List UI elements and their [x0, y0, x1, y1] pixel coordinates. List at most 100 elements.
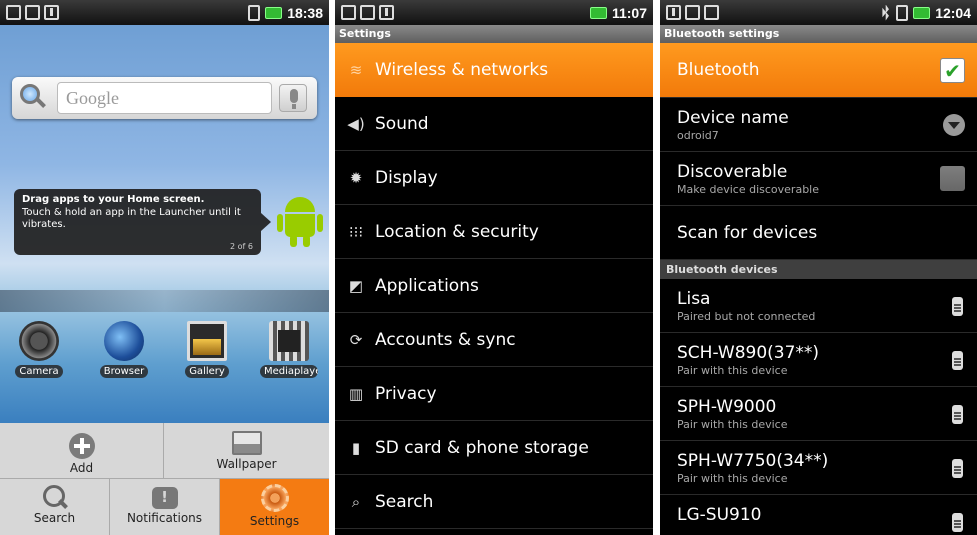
gear-icon [260, 484, 289, 512]
page-title: Bluetooth settings [660, 25, 977, 43]
notifications-icon [151, 487, 178, 509]
status-bar: 18:38 [0, 0, 329, 25]
add-label: Add [69, 461, 94, 475]
search-label: Search [33, 511, 76, 525]
settings-item-label: Accounts & sync [375, 329, 516, 350]
device-name: SCH-W890(37**) [677, 343, 820, 363]
phone-icon [952, 351, 963, 370]
android-icon [277, 197, 323, 249]
device-name-row[interactable]: Device name odroid7 [660, 98, 977, 152]
device-row[interactable]: SPH-W9000 Pair with this device [660, 387, 977, 441]
sd-icon [25, 5, 40, 20]
status-bar: 11:07 [335, 0, 653, 25]
settings-item-storage[interactable]: ▮ SD card & phone storage [335, 421, 653, 475]
upload-icon [666, 5, 681, 20]
bluetooth-list: Bluetooth ✔ Device name odroid7 Discover… [660, 43, 977, 535]
status-bar: 12:04 [660, 0, 977, 25]
bluetooth-label: Bluetooth [677, 60, 760, 80]
wifi-icon: ≋ [349, 61, 363, 79]
wallpaper-button[interactable]: Wallpaper [164, 423, 329, 479]
sdcard-icon: ▮ [351, 438, 361, 457]
battery-icon [913, 6, 931, 19]
add-button[interactable]: Add [0, 423, 164, 479]
app-label: Browser [99, 365, 149, 378]
settings-item-location[interactable]: ⁝⁝⁝ Location & security [335, 205, 653, 259]
devices-header: Bluetooth devices [660, 260, 977, 279]
signal-icon [341, 5, 356, 20]
bluetooth-screen: 12:04 Bluetooth settings Bluetooth ✔ Dev… [660, 0, 977, 535]
signal-icon [896, 4, 909, 21]
filmstrip-icon [269, 321, 309, 361]
search-input[interactable]: Google [57, 82, 272, 114]
tip-page: 2 of 6 [230, 242, 253, 251]
globe-icon [104, 321, 144, 361]
wallpaper: Google Drag apps to your Home screen. To… [0, 25, 329, 423]
tip-bubble: Drag apps to your Home screen. Touch & h… [14, 189, 271, 255]
device-status: Pair with this device [677, 472, 788, 485]
device-status: Pair with this device [677, 364, 788, 377]
battery-icon [265, 6, 283, 19]
app-browser[interactable]: Browser [95, 321, 153, 382]
phone-icon [952, 297, 963, 316]
settings-item-search[interactable]: ⌕ Search [335, 475, 653, 529]
home-screen: 18:38 Google Drag apps to your Home scre… [0, 0, 329, 535]
notifications-button[interactable]: Notifications [110, 479, 220, 535]
device-row[interactable]: SPH-W7750(34**) Pair with this device [660, 441, 977, 495]
settings-item-display[interactable]: ✹ Display [335, 151, 653, 205]
launcher-menu: Add Wallpaper Search Notifications Setti… [0, 423, 329, 535]
device-row[interactable]: Lisa Paired but not connected [660, 279, 977, 333]
gmail-icon [6, 5, 21, 20]
gallery-icon [187, 321, 227, 361]
scan-devices-row[interactable]: Scan for devices [660, 206, 977, 260]
settings-item-privacy[interactable]: ▥ Privacy [335, 367, 653, 421]
bluetooth-icon [882, 4, 889, 21]
phone-icon [952, 513, 963, 532]
usb-icon [704, 5, 719, 20]
settings-button[interactable]: Settings [220, 479, 329, 535]
device-row[interactable]: SCH-W890(37**) Pair with this device [660, 333, 977, 387]
check-icon[interactable]: ✔ [940, 58, 965, 83]
tip-title: Drag apps to your Home screen. [22, 194, 205, 205]
discoverable-row[interactable]: Discoverable Make device discoverable [660, 152, 977, 206]
search-button[interactable]: Search [0, 479, 110, 535]
sd-icon [360, 5, 375, 20]
search-icon: ⌕ [351, 492, 361, 511]
battery-icon [589, 6, 607, 19]
bluetooth-toggle-row[interactable]: Bluetooth ✔ [660, 43, 977, 98]
device-name-value: odroid7 [677, 129, 719, 142]
usb-icon [44, 5, 59, 20]
device-status: Pair with this device [677, 418, 788, 431]
settings-item-label: SD card & phone storage [375, 437, 589, 458]
wallpaper-label: Wallpaper [216, 457, 277, 471]
checkbox-icon[interactable] [940, 166, 965, 191]
app-camera[interactable]: Camera [10, 321, 68, 382]
phone-icon [952, 405, 963, 424]
phone-icon [952, 459, 963, 478]
microphone-icon[interactable] [279, 84, 307, 112]
google-search-widget[interactable]: Google [12, 77, 317, 119]
discoverable-sub: Make device discoverable [677, 183, 819, 196]
settings-item-label: Sound [375, 113, 429, 134]
wallpaper-icon [231, 431, 262, 455]
chevron-down-icon[interactable] [943, 114, 965, 136]
scan-label: Scan for devices [677, 222, 818, 243]
settings-item-label: Display [375, 167, 438, 188]
settings-item-label: Location & security [375, 221, 539, 242]
speaker-icon: ◀) [347, 114, 365, 133]
signal-icon [248, 4, 261, 21]
settings-item-applications[interactable]: ◩ Applications [335, 259, 653, 313]
settings-item-accounts[interactable]: ⟳ Accounts & sync [335, 313, 653, 367]
app-label: Mediaplaye [260, 365, 318, 378]
settings-screen: 11:07 Settings ≋ Wireless & networks ◀) … [335, 0, 653, 535]
device-name: SPH-W9000 [677, 397, 777, 417]
settings-item-wireless[interactable]: ≋ Wireless & networks [335, 43, 653, 97]
settings-item-sound[interactable]: ◀) Sound [335, 97, 653, 151]
status-time: 11:07 [611, 4, 647, 21]
search-icon [42, 485, 67, 509]
app-gallery[interactable]: Gallery [178, 321, 236, 382]
search-icon[interactable] [20, 84, 46, 110]
device-row[interactable]: LG-SU910 [660, 495, 977, 535]
privacy-icon: ▥ [348, 384, 364, 403]
app-mediaplayer[interactable]: Mediaplaye [260, 321, 318, 382]
settings-item-label: Applications [375, 275, 479, 296]
